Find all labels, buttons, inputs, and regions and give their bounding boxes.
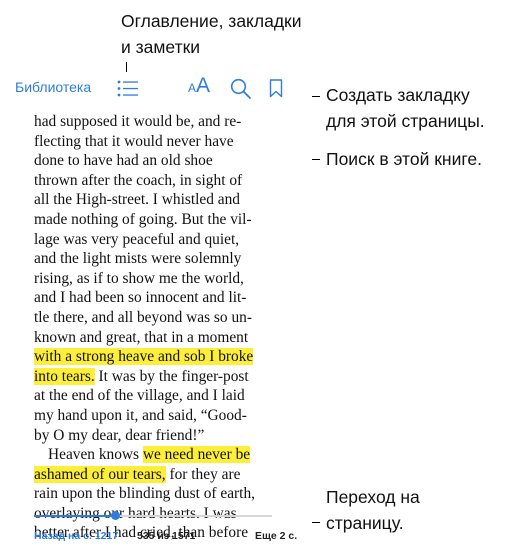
- page-slider-track[interactable]: [34, 515, 272, 517]
- highlight-1-part2[interactable]: into tears.: [34, 367, 95, 385]
- pages-remaining: Еще 2 с.: [255, 530, 298, 542]
- paragraph-1: had supposed it would be, and re- flecti…: [34, 112, 274, 445]
- back-to-page-link[interactable]: Назад на с. 1217: [34, 530, 118, 542]
- text-line: known and great, that in a moment: [34, 328, 249, 346]
- text-line: rain upon the blinding dust of earth,: [34, 485, 255, 503]
- text-line: thrown after the coach, in sight of: [34, 171, 243, 189]
- text-line: done to have had an old shoe: [34, 152, 213, 170]
- reader-toolbar: Библиотека AA: [12, 72, 312, 108]
- text-line: rising, as if to show me the world,: [34, 269, 244, 287]
- bookmark-icon[interactable]: [269, 79, 283, 103]
- toc-callout-line1: Оглавление, закладки: [121, 11, 302, 31]
- text-line: flecting that it would never have: [34, 132, 234, 150]
- text-after-highlight-1: It was by the finger-post: [94, 367, 249, 385]
- text-line: and the light mists were solemnly: [34, 250, 242, 268]
- font-size-big-glyph: A: [196, 74, 211, 97]
- goto-callout-line2: страницу.: [326, 513, 404, 533]
- text-line: overlaying our hard hearts. I was: [34, 504, 237, 522]
- paragraph-2-start: Heaven knows: [48, 446, 143, 464]
- search-callout: Поиск в этой книге.: [326, 149, 482, 169]
- bookmark-callout-line1: Создать закладку: [326, 85, 470, 105]
- bookmark-callout-line2: для этой страницы.: [326, 111, 485, 131]
- reader-screen: Библиотека AA had supposed it would be, …: [12, 72, 312, 550]
- page-slider-fill: [34, 515, 115, 517]
- text-line: by O my dear, dear friend!”: [34, 426, 205, 444]
- text-line: made nothing of going. But the vil-: [34, 210, 252, 228]
- page-slider-thumb[interactable]: [111, 511, 120, 520]
- text-line: my hand upon it, and said, “Good-: [34, 406, 247, 424]
- list-icon[interactable]: [117, 80, 139, 102]
- text-line: all the High-street. I whistled and: [34, 191, 241, 209]
- text-line: tle there, and all beyond was so un-: [34, 308, 252, 326]
- text-after-highlight-2: for they are: [165, 465, 241, 483]
- search-icon[interactable]: [230, 78, 252, 105]
- goto-callout-line1: Переход на: [326, 487, 420, 507]
- text-line: had supposed it would be, and re-: [34, 113, 242, 130]
- toc-callout-line2: и заметки: [121, 37, 201, 57]
- text-line: and I had been so innocent and lit-: [34, 289, 247, 307]
- text-line: at the end of the village, and I laid: [34, 387, 245, 405]
- page-counter: 535 из 1571: [137, 530, 196, 542]
- text-line: with a strong heave and sob I broke: [34, 347, 274, 367]
- text-line: Heaven knows we need never be: [34, 445, 274, 465]
- highlight-2-part1[interactable]: we need never be: [142, 446, 251, 464]
- font-size-small-glyph: A: [188, 81, 197, 95]
- text-line: ashamed of our tears, for they are: [34, 465, 274, 485]
- library-button[interactable]: Библиотека: [15, 79, 91, 95]
- highlight-1-part1[interactable]: with a strong heave and sob I broke: [34, 348, 254, 366]
- font-size-icon[interactable]: AA: [188, 74, 210, 98]
- book-page-text: had supposed it would be, and re- flecti…: [34, 112, 274, 543]
- highlight-2-part2[interactable]: ashamed of our tears,: [34, 465, 166, 483]
- text-line: into tears. It was by the finger-post: [34, 367, 274, 387]
- text-line: lage was very peaceful and quiet,: [34, 230, 240, 248]
- paragraph-2: Heaven knows we need never be ashamed of…: [34, 445, 274, 543]
